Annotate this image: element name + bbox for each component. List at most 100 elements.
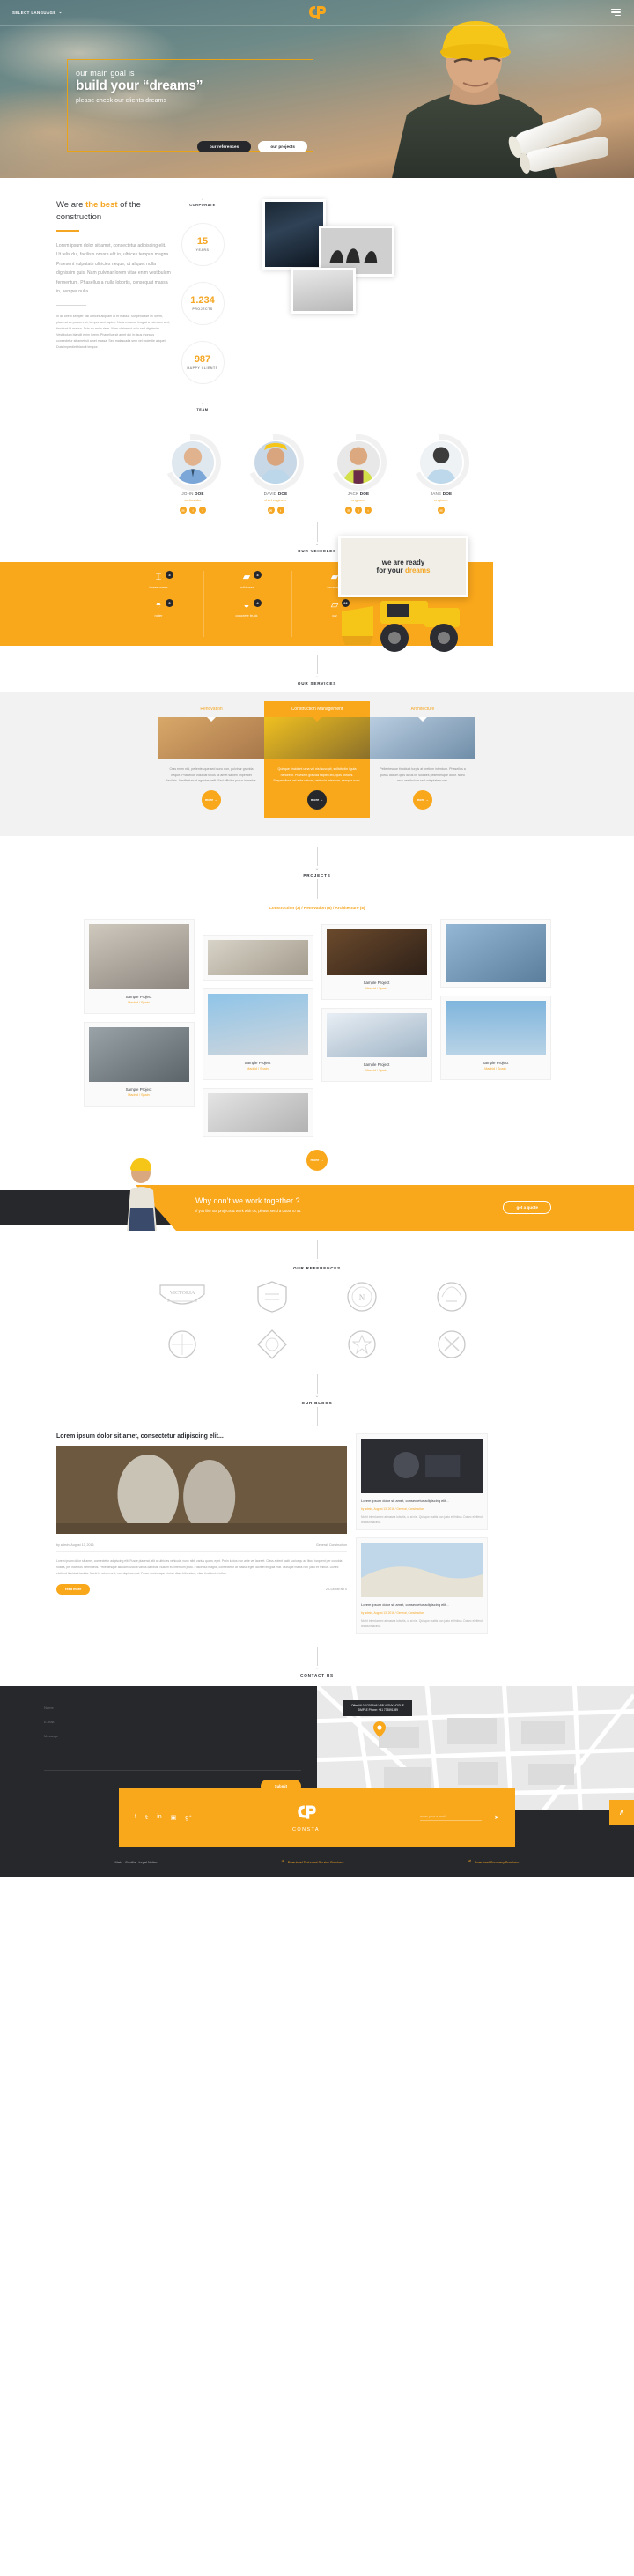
logo-mark-icon: [309, 6, 326, 19]
footer-legal-links[interactable]: Main · Credits · Legal Notice: [115, 1861, 158, 1864]
message-field[interactable]: Message: [44, 1728, 301, 1772]
project-card[interactable]: [202, 934, 313, 981]
member-role: chief engineer: [264, 498, 287, 502]
twitter-icon[interactable]: t: [276, 507, 284, 514]
vehicle-label: tower crane: [149, 585, 168, 589]
project-card[interactable]: Sample Project Madrid / Spain: [321, 923, 432, 1000]
about-photo-1: [262, 199, 326, 270]
chevron-down-icon: ⌄: [200, 401, 205, 406]
member-name: DAVID DOE: [263, 492, 288, 496]
reference-logo-victoria[interactable]: VICTORIA: [142, 1279, 223, 1314]
avatar: [418, 440, 464, 485]
googleplus-icon[interactable]: g⁺: [185, 1814, 192, 1821]
blog-side-post[interactable]: Lorem ipsum dolor sit amet, consectetur …: [356, 1432, 488, 1531]
stat-value: 1.234: [190, 295, 215, 306]
email-icon[interactable]: ✉: [267, 507, 275, 514]
blog-section: ⌄ OUR BLOGS Lorem ipsum dolor sit amet, …: [0, 1367, 634, 1677]
blog-side-post[interactable]: Lorem ipsum dolor sit amet, consectetur …: [356, 1537, 488, 1635]
tab-architecture[interactable]: Architecture: [370, 701, 476, 717]
project-image: [88, 923, 189, 989]
stat-label: HAPPY CLIENTS: [187, 366, 218, 370]
email-icon[interactable]: ✉: [180, 507, 187, 514]
twitter-icon[interactable]: t: [365, 507, 372, 514]
facebook-icon[interactable]: f: [135, 1814, 136, 1821]
project-title: Sample Project: [482, 1060, 509, 1065]
projects-filter[interactable]: Construction (3) / Renovation (5) / Arch…: [0, 906, 634, 910]
services-tabs: Renovation Construction Management Archi…: [0, 701, 634, 717]
team-member: JANE DOE engineer ✉: [409, 434, 473, 514]
language-selector[interactable]: SELECT LANGUAGE ⌄: [12, 10, 63, 15]
roller-icon: ◓: [155, 600, 162, 611]
project-card[interactable]: Sample Project Madrid / Spain: [321, 1007, 432, 1082]
tab-renovation[interactable]: Renovation: [158, 701, 264, 717]
twitter-icon[interactable]: 𝕥: [145, 1814, 148, 1821]
footer-logo[interactable]: CONSTA: [292, 1802, 320, 1832]
project-image: [88, 1026, 189, 1082]
reference-logo-diamond[interactable]: [232, 1327, 313, 1362]
service-more-button[interactable]: more →: [202, 789, 221, 810]
linkedin-icon[interactable]: in: [157, 1814, 161, 1821]
project-card[interactable]: [202, 1087, 313, 1137]
section-label-text: OUR BLOGS: [301, 1400, 333, 1405]
our-projects-button[interactable]: our projects: [258, 141, 308, 152]
reference-logo-circle-crest[interactable]: N: [321, 1279, 402, 1314]
project-card[interactable]: Sample Project Madrid / Spain: [83, 1021, 195, 1107]
our-references-button[interactable]: our references: [197, 141, 252, 152]
tab-construction-management[interactable]: Construction Management: [264, 701, 370, 717]
stat-projects: 1.234 PROJECTS: [181, 282, 225, 325]
get-a-quote-button[interactable]: get a quote: [503, 1200, 551, 1214]
references-section-label: ⌄ OUR REFERENCES: [0, 1239, 634, 1270]
email-icon[interactable]: ✉: [438, 507, 445, 514]
name-field[interactable]: Name: [44, 1700, 301, 1715]
svg-text:N: N: [359, 1293, 365, 1302]
project-card[interactable]: Sample Project Madrid / Spain: [439, 995, 551, 1080]
facebook-icon[interactable]: f: [189, 507, 196, 514]
twitter-icon[interactable]: t: [199, 507, 206, 514]
email-field[interactable]: E-mail: [44, 1714, 301, 1729]
facebook-icon[interactable]: f: [355, 507, 362, 514]
email-icon[interactable]: ✉: [345, 507, 352, 514]
reference-logo-laurel[interactable]: [411, 1279, 492, 1314]
instagram-icon[interactable]: ▣: [171, 1814, 177, 1821]
member-name: JANE DOE: [430, 492, 453, 496]
service-more-button[interactable]: more →: [307, 789, 327, 810]
blog-side-excerpt: Morbi interdum ex at massa lobortis, ut …: [361, 1619, 483, 1629]
hero-worker-photo: [392, 21, 608, 178]
project-card[interactable]: Sample Project Madrid / Spain: [83, 918, 195, 1014]
map-pin-icon[interactable]: [373, 1721, 386, 1738]
reference-logo-shield[interactable]: [232, 1279, 313, 1314]
service-image: [370, 717, 476, 759]
vehicle-bulldozer[interactable]: ▰ 4 bulldozer: [203, 571, 291, 589]
read-more-button[interactable]: read more: [56, 1584, 91, 1595]
blog-post-title[interactable]: Lorem ipsum dolor sit amet, consectetur …: [56, 1433, 347, 1440]
reference-logo-tools[interactable]: [411, 1327, 492, 1362]
reference-logo-star-crest[interactable]: [321, 1327, 402, 1362]
project-image: [207, 939, 308, 975]
projects-more-button[interactable]: more →: [306, 1149, 328, 1171]
project-card[interactable]: [439, 918, 551, 988]
service-text: Cras enim nisl, pellentesque sed nunc no…: [166, 767, 256, 783]
reference-logo-round-seal[interactable]: [142, 1327, 223, 1362]
project-title: Sample Project: [125, 994, 152, 999]
section-label-text: CONTACT US: [300, 1673, 334, 1678]
about-heading-accent: the best: [85, 200, 118, 210]
send-icon[interactable]: ➤: [494, 1814, 499, 1821]
download-technical-brochure-link[interactable]: 🗎 Download Technical Service Brochure: [282, 1860, 344, 1865]
vehicle-concrete-truck[interactable]: ◒ 4 concrete truck: [203, 599, 291, 618]
download-company-brochure-link[interactable]: 🗎 Download Company Brochure: [468, 1860, 520, 1865]
project-card[interactable]: Sample Project Madrid / Spain: [202, 988, 313, 1080]
blog-side-title: Lorem ipsum dolor sit amet, consectetur …: [361, 1603, 449, 1608]
vehicle-roller[interactable]: ◓ 3 roller: [114, 599, 203, 618]
hero-subtitle: please check our clients dreams: [76, 98, 167, 104]
concrete-truck-icon: ◒: [243, 600, 250, 611]
consta-logo[interactable]: [306, 4, 328, 25]
newsletter-input[interactable]: enter your e-mail: [420, 1815, 483, 1821]
language-label: SELECT LANGUAGE: [12, 10, 56, 15]
svg-text:VICTORIA: VICTORIA: [170, 1291, 195, 1296]
vehicle-tower-crane[interactable]: ⌶ 3 tower crane: [114, 571, 203, 589]
hamburger-menu[interactable]: [611, 8, 621, 17]
service-more-button[interactable]: more →: [413, 789, 432, 810]
back-to-top-button[interactable]: ∧: [609, 1800, 634, 1825]
projects-section-label: ⌄ PROJECTS: [0, 846, 634, 899]
hero-eyebrow: our main goal is: [76, 69, 135, 78]
